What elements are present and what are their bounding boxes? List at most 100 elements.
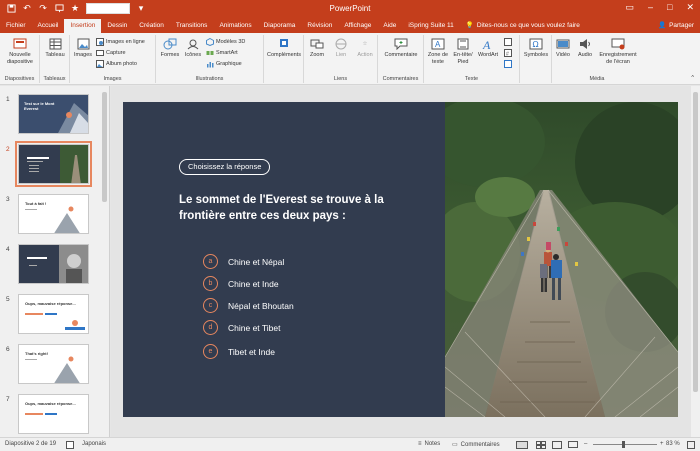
date-time-button[interactable] [504, 38, 512, 46]
collapse-ribbon-icon[interactable]: ^ [691, 75, 694, 81]
notes-icon: ≡ [418, 441, 422, 447]
slide-number-button[interactable]: # [504, 49, 512, 58]
thumbnail-number: 4 [6, 246, 10, 253]
answer-option-a[interactable]: a Chine et Népal [203, 254, 284, 269]
video-label: Vidéo [556, 52, 570, 58]
slide-canvas[interactable]: Choisissez la réponse Le sommet de l'Eve… [123, 102, 678, 417]
object-icon [504, 60, 512, 68]
answer-option-e[interactable]: e Tibet et Inde [203, 344, 275, 359]
add-ins-icon [277, 37, 291, 51]
zoom-out-button[interactable]: – [584, 441, 587, 447]
video-button[interactable]: Vidéo [552, 37, 574, 59]
fit-to-window-icon[interactable] [687, 441, 695, 449]
thumbnail-slide-3[interactable]: 3 Tout à fait ! [0, 194, 100, 242]
new-slide-button[interactable]: Nouvelle diapositive [3, 37, 37, 65]
text-box-button[interactable]: A Zone de texte [426, 37, 450, 65]
editor-scrollbar[interactable] [691, 86, 700, 437]
slide-editor: Choisissez la réponse Le sommet de l'Eve… [111, 86, 691, 437]
language-indicator[interactable]: Japonais [82, 441, 106, 447]
symbols-button[interactable]: Ω Symboles [522, 37, 550, 59]
comment-label: Commentaire [384, 52, 418, 58]
ribbon-options-icon[interactable]: ▭ [625, 2, 634, 13]
scrollbar-thumb[interactable] [102, 92, 107, 202]
tab-fichier[interactable]: Fichier [0, 19, 32, 33]
thumbnail-slide-1[interactable]: 1 Test sur le Mont Everest [0, 94, 100, 142]
thumbnail-slide-4[interactable]: 4 [0, 244, 100, 292]
question-text[interactable]: Le sommet de l'Everest se trouve à la fr… [179, 192, 399, 224]
editor-scrollbar-thumb[interactable] [693, 92, 698, 392]
bridge-photo[interactable] [445, 102, 678, 417]
minimize-icon[interactable]: – [648, 2, 653, 13]
add-ins-button[interactable]: Compléments [266, 37, 302, 59]
share-button[interactable]: 👤 Partager [658, 21, 694, 30]
table-button[interactable]: Tableau [42, 37, 68, 59]
answer-letter: d [203, 320, 218, 335]
maximize-icon[interactable]: □ [667, 2, 672, 13]
thumbnails-scrollbar[interactable] [100, 86, 109, 437]
tab-ispring[interactable]: iSpring Suite 11 [402, 19, 459, 33]
shapes-button[interactable]: Formes [158, 37, 182, 59]
comments-icon: ▭ [452, 442, 458, 448]
zoom-in-button[interactable]: + [660, 441, 664, 447]
screen-recording-icon [611, 37, 625, 51]
icons-button[interactable]: Icônes [182, 37, 204, 59]
notes-button[interactable]: ≡ Notes [418, 441, 440, 447]
object-button[interactable] [504, 60, 512, 68]
header-footer-button[interactable]: En-tête/ Pied [451, 37, 475, 65]
comments-button[interactable]: ▭ Commentaires [452, 441, 500, 449]
tab-insertion[interactable]: Insertion [64, 19, 102, 33]
tab-accueil[interactable]: Accueil [32, 19, 65, 33]
tab-revision[interactable]: Révision [301, 19, 338, 33]
screenshot-icon [96, 49, 104, 57]
pictures-button[interactable]: Images [72, 37, 94, 59]
zoom-slider-handle[interactable] [622, 441, 625, 448]
tab-transitions[interactable]: Transitions [170, 19, 214, 33]
smartart-button[interactable]: SmartArt [206, 49, 238, 57]
online-pictures-button[interactable]: Images en ligne [96, 38, 145, 46]
slideshow-icon[interactable] [568, 441, 578, 449]
new-slide-icon [13, 37, 27, 51]
tab-dessin[interactable]: Dessin [101, 19, 133, 33]
screenshot-button[interactable]: Capture [96, 49, 126, 57]
thumbnail-slide-6[interactable]: 6 That's right! [0, 344, 100, 392]
comments-label: Commentaires [460, 441, 500, 448]
close-icon[interactable]: ✕ [686, 2, 694, 13]
thumbnail-title: Oups, mauvaise réponse... [25, 401, 76, 406]
tab-aide[interactable]: Aide [377, 19, 402, 33]
tab-animations[interactable]: Animations [213, 19, 257, 33]
thumbnail-slide-5[interactable]: 5 Oups, mauvaise réponse... [0, 294, 100, 342]
screenshot-label: Capture [106, 50, 126, 56]
answer-option-b[interactable]: b Chine et Inde [203, 276, 279, 291]
zoom-level[interactable]: 83 % [666, 441, 680, 447]
normal-view-icon[interactable] [516, 441, 528, 449]
link-button[interactable]: Lien [330, 37, 352, 59]
answer-option-d[interactable]: d Chine et Tibet [203, 320, 280, 335]
answer-option-c[interactable]: c Népal et Bhoutan [203, 298, 294, 313]
3d-models-button[interactable]: Modèles 3D [206, 37, 245, 47]
zoom-slider[interactable] [593, 444, 657, 445]
action-button[interactable]: ☆ Action [354, 37, 376, 59]
pictures-label: Images [73, 52, 93, 58]
header-footer-icon [456, 37, 470, 51]
picture-icon [76, 37, 90, 51]
chart-button[interactable]: Graphique [206, 60, 242, 68]
chart-label: Graphique [216, 61, 242, 67]
zoom-button[interactable]: Zoom [306, 37, 328, 59]
thumbnail-slide-2[interactable]: 2 [0, 141, 100, 192]
new-slide-label: Nouvelle diapositive [7, 52, 33, 65]
tab-creation[interactable]: Création [133, 19, 170, 33]
zoom-label: Zoom [309, 52, 325, 58]
slide-sorter-icon[interactable] [536, 441, 546, 449]
tell-me-search[interactable]: 💡 Dites-nous ce que vous voulez faire [460, 19, 586, 33]
photo-album-button[interactable]: Album photo [96, 60, 137, 68]
group-label-media: Média [589, 76, 605, 82]
tab-diaporama[interactable]: Diaporama [258, 19, 302, 33]
comment-button[interactable]: Commentaire [380, 37, 422, 59]
wordart-button[interactable]: A WordArt [476, 37, 500, 59]
screen-recording-button[interactable]: Enregistrement de l'écran [596, 37, 640, 65]
thumbnail-slide-7[interactable]: 7 Oups, mauvaise réponse... [0, 394, 100, 442]
reading-view-icon[interactable] [552, 441, 562, 449]
tab-affichage[interactable]: Affichage [338, 19, 377, 33]
spell-check-icon[interactable] [66, 441, 74, 449]
audio-button[interactable]: Audio [574, 37, 596, 59]
